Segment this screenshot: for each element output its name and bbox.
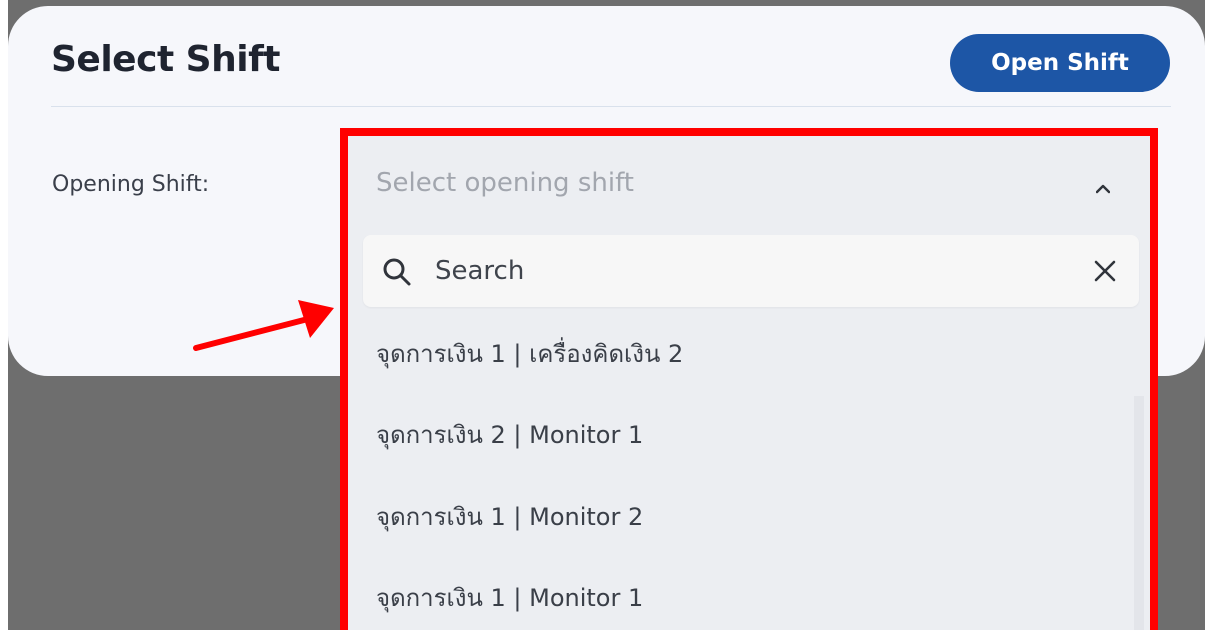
opening-shift-dropdown: Select opening shift จุดการเงิน 1 | เครื… <box>340 128 1158 630</box>
list-item[interactable]: จุดการเงิน 1 | เครื่องคิดเงิน 2 <box>376 329 1116 379</box>
list-item[interactable]: จุดการเงิน 1 | Monitor 2 <box>376 492 1116 542</box>
scrollbar[interactable] <box>1134 396 1144 630</box>
arrow-icon <box>193 300 334 351</box>
list-item[interactable]: จุดการเงิน 2 | Monitor 1 <box>376 410 1116 460</box>
search-box <box>363 235 1139 307</box>
list-item[interactable]: จุดการเงิน 1 | Monitor 1 <box>376 573 1116 623</box>
opening-shift-select[interactable]: Select opening shift <box>348 136 1150 228</box>
chevron-up-icon[interactable] <box>1096 182 1110 196</box>
page-title: Select Shift <box>51 39 280 80</box>
option-list: จุดการเงิน 1 | เครื่องคิดเงิน 2 จุดการเง… <box>348 310 1150 630</box>
close-icon[interactable] <box>1093 259 1117 283</box>
open-shift-button[interactable]: Open Shift <box>950 34 1170 92</box>
divider <box>51 106 1171 107</box>
dropdown-placeholder: Select opening shift <box>376 168 634 198</box>
search-input[interactable] <box>435 247 1055 295</box>
search-icon <box>383 258 411 286</box>
opening-shift-label: Opening Shift: <box>52 172 210 197</box>
